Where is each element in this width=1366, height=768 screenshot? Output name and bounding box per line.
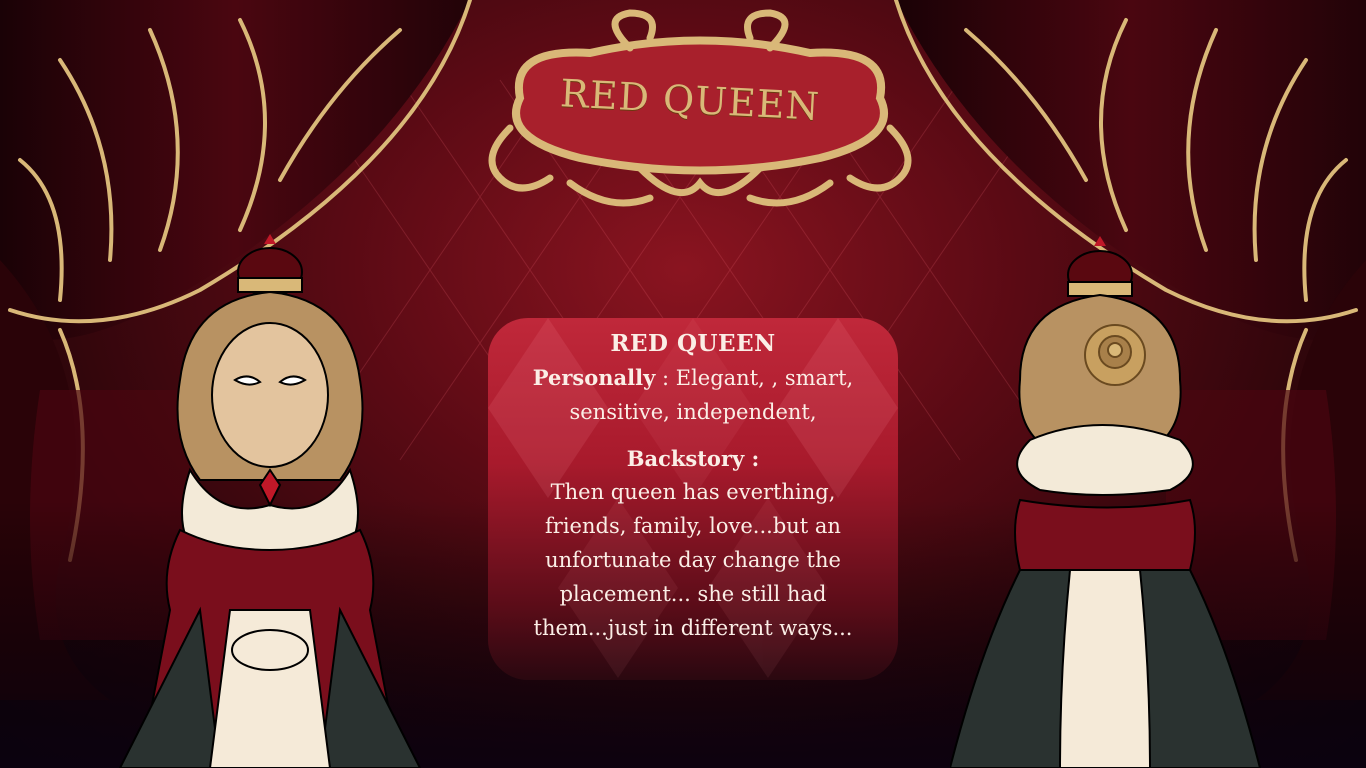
personality-separator: : [655, 366, 676, 390]
personality-line-1: Personally : Elegant, , smart, [488, 361, 898, 395]
backstory-line: them...just in different ways... [533, 616, 853, 640]
red-queen-front-illustration [118, 234, 422, 768]
personality-traits-2: sensitive, independent, [569, 400, 817, 424]
card-content: RED QUEEN Personally : Elegant, , smart,… [488, 318, 898, 645]
backstory-label: Backstory : [626, 446, 760, 471]
personality-traits-1: Elegant, , smart, [675, 366, 854, 390]
character-profile-stage: RED QUEEN RED QUEEN Personally: Elegant… [0, 0, 1366, 768]
crown-icon [237, 234, 303, 297]
backstory-line: unfortunate day change the [545, 548, 841, 572]
gold-rose-icon [1084, 324, 1146, 386]
character-info-card: RED QUEEN Personally : Elegant, , smart,… [488, 318, 898, 680]
personality-label: Personally [532, 365, 656, 390]
backstory-line: placement... she still had [559, 582, 827, 606]
card-title: RED QUEEN [610, 330, 776, 357]
red-queen-back-illustration [950, 236, 1262, 768]
backstory-line: Then queen has everthing, [550, 480, 836, 504]
crown-icon [1067, 236, 1133, 300]
backstory-line: friends, family, love...but an [545, 514, 841, 538]
